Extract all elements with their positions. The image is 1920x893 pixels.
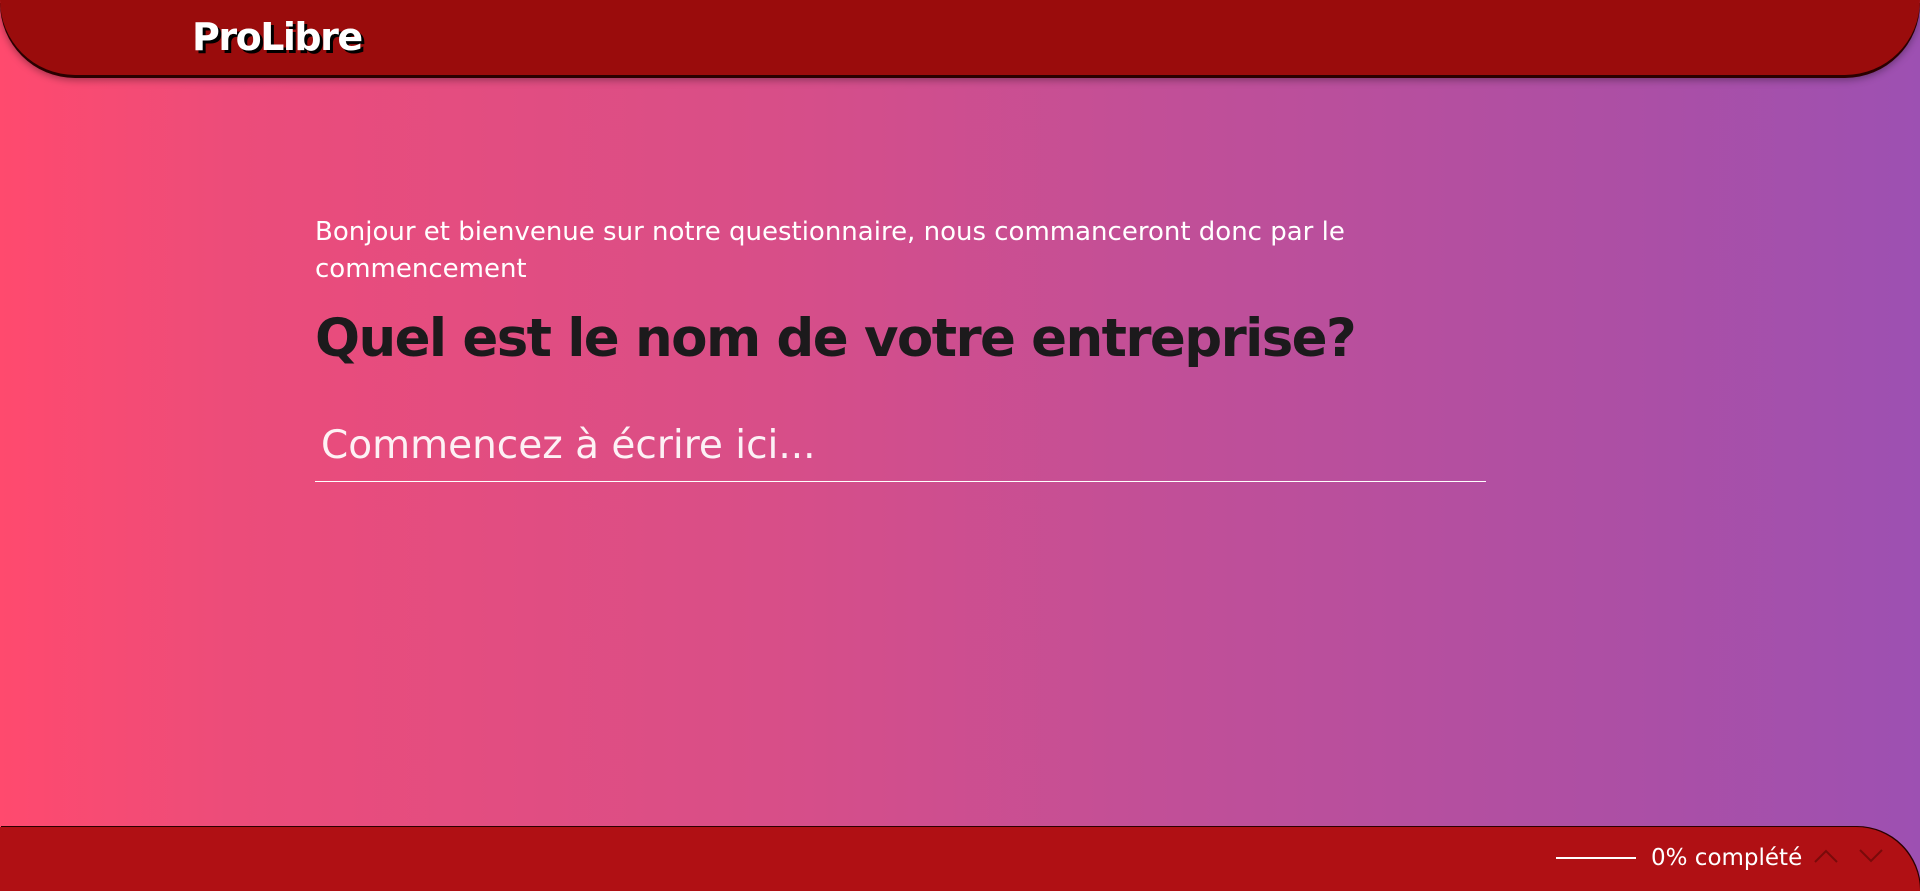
bottom-bar: 0% complété (0, 827, 1920, 891)
brand-logo[interactable]: ProLibre (192, 14, 363, 60)
progress-label: 0% complété (1651, 845, 1803, 871)
chevron-down-icon (1858, 848, 1884, 869)
answer-field (315, 410, 1486, 482)
answer-input[interactable] (315, 410, 1486, 480)
next-question-button[interactable] (1853, 841, 1889, 875)
chevron-up-icon (1813, 848, 1839, 869)
progress-bar (1556, 857, 1636, 859)
intro-text: Bonjour et bienvenue sur notre questionn… (315, 217, 1345, 284)
previous-question-button[interactable] (1808, 841, 1844, 875)
top-header: ProLibre (0, 0, 1920, 75)
question-title: Quel est le nom de votre entreprise? (315, 308, 1357, 369)
survey-content: Bonjour et bienvenue sur notre questionn… (315, 214, 1485, 372)
